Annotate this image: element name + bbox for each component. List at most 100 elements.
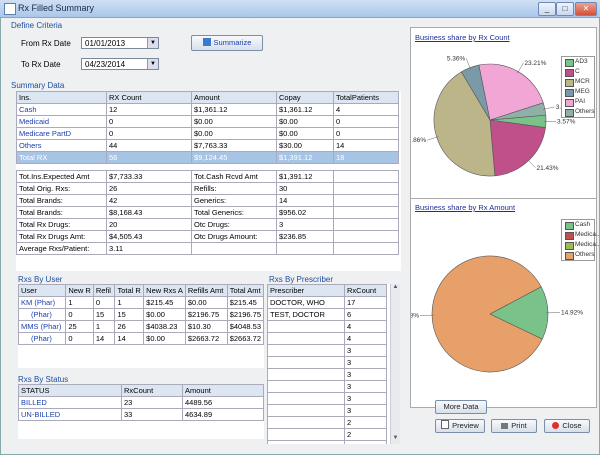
legend-swatch	[565, 252, 574, 260]
col-header: Amount	[183, 385, 264, 397]
cell: 1	[66, 297, 94, 309]
prescriber-name	[268, 369, 345, 381]
cell: 0	[107, 116, 192, 128]
table-header-row: Prescriber RxCount	[268, 285, 387, 297]
cell: $2663.72	[227, 333, 263, 345]
to-date-label: To Rx Date	[21, 60, 61, 69]
status-name[interactable]: BILLED	[19, 397, 122, 409]
legend-item: Others	[562, 107, 594, 117]
pie-leader-line	[517, 63, 523, 73]
ins-name[interactable]: Cash	[17, 104, 107, 116]
table-row[interactable]: 3	[268, 381, 387, 393]
close-window-button[interactable]: ✕	[575, 2, 597, 16]
chart-rx-amount: Business share by Rx Amount 14.92%85.08%…	[410, 198, 597, 408]
table-row[interactable]: 4	[268, 333, 387, 345]
legend-item: PAI	[562, 97, 594, 107]
from-date-value: 01/01/2013	[85, 39, 125, 48]
to-date-input[interactable]: 04/23/2014 ▼	[81, 58, 159, 70]
scroll-up-icon[interactable]: ▲	[391, 284, 400, 293]
pie-data-label: 85.08%	[411, 312, 419, 319]
table-row[interactable]: (Phar)01414$0.00$2663.72$2663.72	[19, 333, 264, 345]
cell: $2196.75	[185, 309, 227, 321]
col-header: Total Amt	[227, 285, 263, 297]
legend-item: C	[562, 67, 594, 77]
cell: 56	[107, 152, 192, 164]
table-row[interactable]: 3	[268, 369, 387, 381]
prescriber-name	[268, 345, 345, 357]
table-header-row: STATUS RxCount Amount	[19, 385, 264, 397]
table-row[interactable]: KM (Phar)101$215.45$0.00$215.45	[19, 297, 264, 309]
legend-label: Medica...	[575, 231, 600, 238]
prescriber-name	[268, 393, 345, 405]
table-row[interactable]: 2	[268, 417, 387, 429]
preview-button[interactable]: Preview	[435, 419, 485, 433]
print-button[interactable]: Print	[491, 419, 537, 433]
minimize-button[interactable]: _	[538, 2, 556, 16]
table-row[interactable]: MMS (Phar)25126$4038.23$10.30$4048.53	[19, 321, 264, 333]
pie-data-label: 3.57%	[557, 119, 576, 126]
title-bar: Rx Filled Summary _ □ ✕	[0, 0, 600, 18]
total-row[interactable]: Total RX56$9,124.45$1,391.1218	[17, 152, 399, 164]
scroll-down-icon[interactable]: ▼	[391, 435, 400, 444]
cell: 26	[115, 321, 144, 333]
user-name[interactable]: MMS (Phar)	[19, 321, 66, 333]
close-icon	[552, 422, 559, 429]
stats-row: Total Rx Drugs:20Otc Drugs:3	[17, 218, 399, 230]
cell: $0.00	[277, 128, 334, 140]
legend-label: Others	[575, 251, 595, 258]
table-row[interactable]: 4	[268, 321, 387, 333]
table-row[interactable]: TEST, DOCTOR6	[268, 309, 387, 321]
close-button[interactable]: Close	[544, 419, 590, 433]
table-row[interactable]: UN-BILLED334634.89	[19, 409, 264, 421]
preview-icon	[441, 420, 449, 429]
table-row[interactable]: Medicaid0$0.00$0.000	[17, 116, 399, 128]
chevron-down-icon[interactable]: ▼	[147, 38, 158, 48]
ins-name[interactable]: Others	[17, 140, 107, 152]
cell: 6	[345, 309, 387, 321]
col-header: User	[19, 285, 66, 297]
legend-item: MEG	[562, 87, 594, 97]
table-row[interactable]: 2	[268, 429, 387, 441]
table-row[interactable]: Others44$7,763.33$30.0014	[17, 140, 399, 152]
cell: 17	[345, 297, 387, 309]
stat-label: Total Rx Drugs:	[17, 218, 107, 230]
cell: $0.00	[192, 128, 277, 140]
close-label: Close	[562, 421, 581, 430]
chevron-down-icon[interactable]: ▼	[147, 59, 158, 69]
summarize-button[interactable]: Summarize	[191, 35, 263, 51]
chart-legend: AD3CMCRMEGPAIOthers	[561, 56, 595, 118]
stat-label: Total Rx Drugs Amt:	[17, 230, 107, 242]
more-data-button[interactable]: More Data	[435, 400, 487, 414]
table-row[interactable]: 3	[268, 405, 387, 417]
table-row[interactable]: 2	[268, 441, 387, 445]
table-row[interactable]: Cash12$1,361.12$1,361.124	[17, 104, 399, 116]
cell: 0	[107, 128, 192, 140]
from-date-input[interactable]: 01/01/2013 ▼	[81, 37, 159, 49]
table-row[interactable]: BILLED234489.56	[19, 397, 264, 409]
by-prescriber-panel: Prescriber RxCount DOCTOR, WHO17 TEST, D…	[267, 284, 400, 444]
stat-value: $8,168.43	[107, 206, 192, 218]
ins-name[interactable]: Medicare PartD	[17, 128, 107, 140]
scrollbar[interactable]: ▲ ▼	[390, 284, 400, 444]
table-row[interactable]: (Phar)01515$0.00$2196.75$2196.75	[19, 309, 264, 321]
ins-name[interactable]: Medicaid	[17, 116, 107, 128]
dollar-icon	[203, 38, 211, 46]
stats-row: Tot.Ins.Expected Amt$7,733.33Tot.Cash Rc…	[17, 170, 399, 182]
legend-label: Medica...	[575, 241, 600, 248]
printer-icon	[501, 423, 508, 429]
user-name[interactable]: KM (Phar)	[19, 297, 66, 309]
table-row[interactable]: 3	[268, 357, 387, 369]
table-row[interactable]: Medicare PartD0$0.00$0.000	[17, 128, 399, 140]
status-name[interactable]: UN-BILLED	[19, 409, 122, 421]
table-row[interactable]: 3	[268, 393, 387, 405]
by-user-table: User New R Refil Total R New Rxs A Refil…	[18, 284, 264, 345]
table-row[interactable]: 3	[268, 345, 387, 357]
col-header: New R	[66, 285, 94, 297]
table-row[interactable]: DOCTOR, WHO17	[268, 297, 387, 309]
user-name[interactable]: (Phar)	[19, 333, 66, 345]
stat-value: 42	[107, 194, 192, 206]
legend-label: MEG	[575, 88, 590, 95]
stats-row: Total Rx Drugs Amt:$4,505.43Otc Drugs Am…	[17, 230, 399, 242]
user-name[interactable]: (Phar)	[19, 309, 66, 321]
maximize-button[interactable]: □	[556, 2, 574, 16]
